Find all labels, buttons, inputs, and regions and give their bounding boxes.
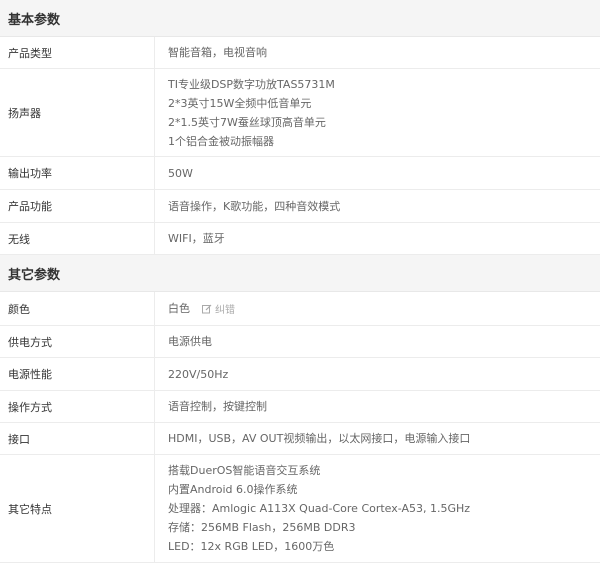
spec-value-line: 1个铝合金被动振幅器	[168, 134, 274, 148]
spec-value-line: 220V/50Hz	[168, 367, 229, 381]
spec-row-color: 颜色 白色 纠错	[0, 292, 600, 326]
correct-error-link[interactable]: 纠错	[202, 301, 235, 316]
spec-label: 电源性能	[0, 358, 155, 390]
spec-label: 输出功率	[0, 157, 155, 189]
spec-table: 基本参数 产品类型 智能音箱，电视音响 扬声器 TI专业级DSP数字功放TAS5…	[0, 0, 600, 568]
spec-value-line: 搭载DuerOS智能语音交互系统	[168, 464, 321, 477]
spec-value-line: HDMI，USB，AV OUT视频输出，以太网接口，电源输入接口	[168, 432, 471, 445]
spec-label: 产品类型	[0, 37, 155, 68]
spec-row-power-performance: 电源性能 220V/50Hz	[0, 358, 600, 391]
spec-row-wireless: 无线 WIFI，蓝牙	[0, 223, 600, 255]
spec-row-power-supply: 供电方式 电源供电	[0, 326, 600, 358]
spec-value: 语音操作，K歌功能，四种音效模式	[155, 190, 600, 222]
spec-row-other-features: 其它特点 搭载DuerOS智能语音交互系统 内置Android 6.0操作系统 …	[0, 455, 600, 563]
spec-row-product-type: 产品类型 智能音箱，电视音响	[0, 37, 600, 69]
spec-value-line: 2*3英寸15W全频中低音单元	[168, 96, 312, 110]
spec-value: TI专业级DSP数字功放TAS5731M 2*3英寸15W全频中低音单元 2*1…	[155, 69, 600, 156]
spec-value-line: TI专业级DSP数字功放TAS5731M	[168, 77, 335, 91]
spec-row-operation: 操作方式 语音控制，按键控制	[0, 391, 600, 423]
spec-value-line: 处理器：Amlogic A113X Quad-Core Cortex-A53, …	[168, 502, 471, 515]
spec-value-line: WIFI，蓝牙	[168, 232, 225, 245]
spec-value: 220V/50Hz	[155, 358, 600, 390]
section-title-basic: 基本参数	[0, 0, 600, 37]
spec-row-interfaces: 接口 HDMI，USB，AV OUT视频输出，以太网接口，电源输入接口	[0, 423, 600, 455]
spec-row-speaker: 扬声器 TI专业级DSP数字功放TAS5731M 2*3英寸15W全频中低音单元…	[0, 69, 600, 157]
spec-label: 颜色	[0, 292, 155, 325]
spec-value-line: 50W	[168, 166, 193, 180]
spec-label: 无线	[0, 223, 155, 254]
spec-value-line: 2*1.5英寸7W蚕丝球顶高音单元	[168, 115, 326, 129]
spec-value-line: 白色	[168, 302, 190, 315]
spec-value: WIFI，蓝牙	[155, 223, 600, 254]
spec-label: 产品功能	[0, 190, 155, 222]
spec-value: 语音控制，按键控制	[155, 391, 600, 422]
spec-value-line: 电源供电	[168, 335, 212, 348]
spec-value-line: LED：12x RGB LED，1600万色	[168, 540, 335, 553]
spec-value-line: 内置Android 6.0操作系统	[168, 483, 298, 496]
spec-value-line: 语音操作，K歌功能，四种音效模式	[168, 199, 341, 213]
edit-icon	[202, 304, 212, 313]
section-title-other: 其它参数	[0, 255, 600, 292]
spec-label: 操作方式	[0, 391, 155, 422]
spec-label: 接口	[0, 423, 155, 454]
spec-value: HDMI，USB，AV OUT视频输出，以太网接口，电源输入接口	[155, 423, 600, 454]
spec-label: 供电方式	[0, 326, 155, 357]
spec-label: 扬声器	[0, 69, 155, 156]
spec-value: 搭载DuerOS智能语音交互系统 内置Android 6.0操作系统 处理器：A…	[155, 455, 600, 562]
spec-row-output-power: 输出功率 50W	[0, 157, 600, 190]
spec-value: 智能音箱，电视音响	[155, 37, 600, 68]
spec-value-line: 语音控制，按键控制	[168, 400, 267, 413]
spec-value: 50W	[155, 157, 600, 189]
spec-label: 其它特点	[0, 455, 155, 562]
spec-value-line: 智能音箱，电视音响	[168, 46, 267, 59]
spec-value: 白色 纠错	[155, 292, 600, 325]
correct-error-label: 纠错	[215, 305, 235, 316]
spec-value-line: 存储：256MB Flash，256MB DDR3	[168, 521, 356, 534]
spec-value: 电源供电	[155, 326, 600, 357]
spec-row-features: 产品功能 语音操作，K歌功能，四种音效模式	[0, 190, 600, 223]
